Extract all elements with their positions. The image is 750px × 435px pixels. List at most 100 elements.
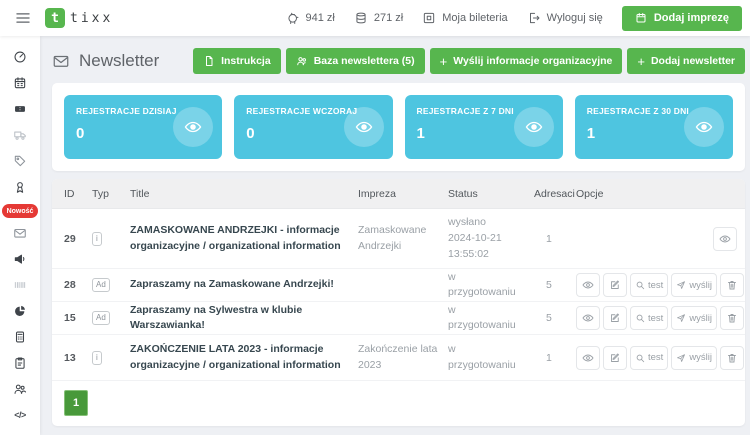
delete-button[interactable] (720, 306, 744, 330)
logo-text: tixx (70, 11, 113, 26)
cell-impreza: Zamaskowane Andrzejki (358, 223, 448, 255)
cell-id: 29 (64, 233, 92, 245)
stat-view-button[interactable] (173, 107, 213, 147)
view-button[interactable] (576, 306, 600, 330)
sidebar-item-barcode[interactable] (0, 272, 40, 298)
sidebar-item-api[interactable]: </> (0, 402, 40, 428)
newsletter-database-label: Baza newslettera (5) (314, 55, 415, 67)
test-button[interactable]: test (630, 346, 668, 370)
send-org-info-button[interactable]: + Wyślij informacje organizacyjne (430, 48, 623, 74)
table-row: 28 Ad Zapraszamy na Zamaskowane Andrzejk… (52, 269, 745, 302)
my-ticket-office-link[interactable]: Moja bileteria (422, 11, 507, 25)
newsletter-table: ID Typ Title Impreza Status Adresaci Opc… (52, 179, 745, 426)
eye-icon (184, 118, 202, 136)
table-header-row: ID Typ Title Impreza Status Adresaci Opc… (52, 179, 745, 209)
cell-adresaci: 5 (534, 279, 576, 291)
stat-view-button[interactable] (684, 107, 724, 147)
stat-view-button[interactable] (344, 107, 384, 147)
send-button[interactable]: wyślij (671, 306, 717, 330)
view-button[interactable] (576, 273, 600, 297)
sidebar-item-newsletter[interactable] (0, 220, 40, 246)
delete-button[interactable] (720, 273, 744, 297)
cell-adresaci: 5 (534, 312, 576, 324)
row-actions (576, 227, 737, 251)
coins-balance[interactable]: 271 zł (354, 11, 403, 25)
type-ad-badge: Ad (92, 311, 110, 325)
document-icon (203, 55, 215, 67)
edit-button[interactable] (603, 346, 627, 370)
app-logo[interactable]: t tixx (45, 8, 113, 28)
instruction-button[interactable]: Instrukcja (193, 48, 281, 74)
test-button[interactable]: test (630, 273, 668, 297)
coins-balance-value: 271 zł (374, 12, 403, 24)
menu-icon[interactable] (14, 9, 32, 27)
sidebar-item-statistics[interactable] (0, 298, 40, 324)
calendar-icon (635, 12, 647, 24)
eye-icon (695, 118, 713, 136)
column-header-adresaci: Adresaci (534, 188, 576, 200)
trash-icon (726, 312, 738, 324)
sidebar-item-membership[interactable] (0, 174, 40, 200)
topbar-right: 941 zł 271 zł Moja bileteria Wyloguj się… (286, 6, 750, 31)
stat-view-button[interactable] (514, 107, 554, 147)
sidebar-item-dashboard[interactable] (0, 44, 40, 70)
cell-title: ZAMASKOWANE ANDRZEJKI - informacje organ… (130, 223, 358, 255)
stat-registrations-7-days: REJESTRACJE Z 7 DNI 1 (405, 95, 563, 159)
main-content: Newsletter Instrukcja Baza newslettera (… (40, 36, 750, 426)
send-label: wyślij (689, 313, 712, 324)
sidebar-item-reports[interactable] (0, 350, 40, 376)
sidebar-item-shipping[interactable] (0, 122, 40, 148)
sidebar-item-tickets[interactable] (0, 96, 40, 122)
add-newsletter-button[interactable]: + Dodaj newsletter (627, 48, 745, 74)
edit-button[interactable] (603, 306, 627, 330)
trash-icon (726, 352, 738, 364)
table-row: 13 i ZAKOŃCZENIE LATA 2023 - informacje … (52, 335, 745, 381)
column-header-id: ID (64, 188, 92, 200)
sidebar-item-announcements[interactable] (0, 246, 40, 272)
sidebar-item-billing[interactable] (0, 324, 40, 350)
page-title-text: Newsletter (79, 51, 159, 71)
edit-button[interactable] (603, 273, 627, 297)
send-label: wyślij (689, 280, 712, 291)
column-header-typ: Typ (92, 188, 130, 200)
send-button[interactable]: wyślij (671, 273, 717, 297)
eye-icon (582, 352, 594, 364)
sidebar: Nowość </> (0, 36, 40, 435)
newsletter-database-button[interactable]: Baza newslettera (5) (286, 48, 425, 74)
page-1-button[interactable]: 1 (64, 390, 88, 416)
send-icon (676, 353, 686, 363)
column-header-title: Title (130, 188, 358, 200)
send-button[interactable]: wyślij (671, 346, 717, 370)
view-button[interactable] (576, 346, 600, 370)
sidebar-item-tags[interactable] (0, 148, 40, 174)
topbar: t tixx 941 zł 271 zł Moja bileteria Wylo… (0, 0, 750, 36)
new-feature-badge: Nowość (2, 204, 39, 218)
view-button[interactable] (713, 227, 737, 251)
calculator-icon (13, 330, 27, 344)
coins-icon (354, 11, 368, 25)
stat-registrations-today: REJESTRACJE DZISIAJ 0 (64, 95, 222, 159)
test-button[interactable]: test (630, 306, 668, 330)
stat-registrations-yesterday: REJESTRACJE WCZORAJ 0 (234, 95, 392, 159)
cell-id: 15 (64, 312, 92, 324)
sidebar-item-users[interactable] (0, 376, 40, 402)
my-ticket-office-label: Moja bileteria (442, 12, 507, 24)
edit-icon (609, 312, 621, 324)
cell-typ: Ad (92, 311, 130, 325)
clipboard-icon (13, 356, 27, 370)
test-label: test (648, 313, 663, 324)
logout-link[interactable]: Wyloguj się (527, 11, 603, 25)
calendar-icon (13, 76, 27, 90)
cell-impreza: Zakończenie lata 2023 (358, 342, 448, 374)
plus-icon: + (637, 55, 645, 68)
envelope-icon (13, 226, 27, 240)
add-event-button[interactable]: Dodaj imprezę (622, 6, 742, 31)
table-row: 29 i ZAMASKOWANE ANDRZEJKI - informacje … (52, 209, 745, 269)
sidebar-item-calendar[interactable] (0, 70, 40, 96)
wallet-balance[interactable]: 941 zł (286, 11, 335, 25)
send-org-info-label: Wyślij informacje organizacyjne (453, 55, 612, 67)
cell-status: w przygotowaniu (448, 270, 534, 302)
ticket-icon (13, 102, 27, 116)
truck-icon (13, 128, 27, 142)
delete-button[interactable] (720, 346, 744, 370)
